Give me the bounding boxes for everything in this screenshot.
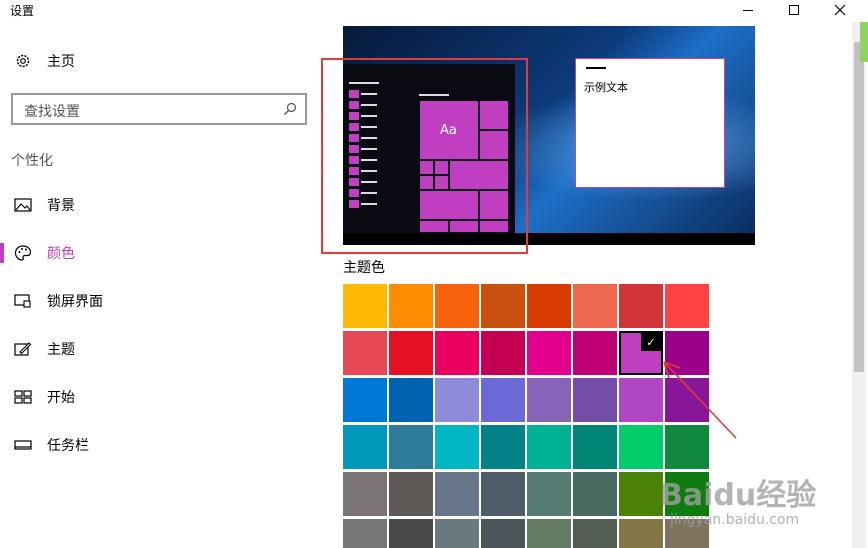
minimize-button[interactable] bbox=[726, 0, 770, 20]
accent-color-swatch[interactable] bbox=[343, 519, 387, 548]
sidebar-item-colors[interactable]: 颜色 bbox=[0, 233, 310, 273]
sidebar-item-label: 背景 bbox=[47, 198, 75, 214]
accent-color-swatch[interactable] bbox=[343, 425, 387, 469]
active-indicator bbox=[0, 243, 4, 263]
accent-color-swatch[interactable] bbox=[435, 284, 479, 328]
accent-color-swatch[interactable] bbox=[619, 472, 663, 516]
accent-color-swatch[interactable] bbox=[343, 284, 387, 328]
accent-color-heading: 主题色 bbox=[343, 260, 385, 276]
accent-color-swatch[interactable] bbox=[665, 284, 709, 328]
annotation-highlight-box bbox=[321, 58, 528, 254]
search-placeholder: 查找设置 bbox=[24, 104, 80, 120]
close-button[interactable] bbox=[818, 0, 862, 20]
close-icon bbox=[834, 4, 846, 16]
accent-color-swatch[interactable] bbox=[389, 472, 433, 516]
sidebar-item-start[interactable]: 开始 bbox=[0, 377, 310, 417]
accent-color-swatch[interactable] bbox=[389, 378, 433, 422]
accent-color-swatch[interactable] bbox=[573, 378, 617, 422]
search-input[interactable]: 查找设置 bbox=[11, 93, 307, 125]
sidebar-item-label: 颜色 bbox=[47, 246, 75, 262]
accent-color-swatch[interactable] bbox=[481, 378, 525, 422]
scrollbar[interactable] bbox=[852, 22, 866, 548]
sidebar-item-label: 主题 bbox=[47, 342, 75, 358]
accent-color-swatch[interactable] bbox=[573, 425, 617, 469]
theme-brush-icon bbox=[14, 340, 32, 358]
sidebar-item-background[interactable]: 背景 bbox=[0, 185, 310, 225]
accent-color-swatch[interactable] bbox=[343, 472, 387, 516]
preview-window-bar bbox=[586, 67, 606, 69]
accent-color-swatch[interactable] bbox=[435, 425, 479, 469]
search-icon bbox=[283, 101, 297, 120]
minimize-icon bbox=[743, 9, 753, 11]
start-grid-icon bbox=[14, 388, 32, 406]
sidebar-item-label: 锁屏界面 bbox=[47, 294, 103, 310]
accent-color-swatch[interactable] bbox=[527, 284, 571, 328]
sidebar-item-lockscreen[interactable]: 锁屏界面 bbox=[0, 281, 310, 321]
nav-home[interactable]: 主页 bbox=[0, 41, 310, 81]
sidebar-item-themes[interactable]: 主题 bbox=[0, 329, 310, 369]
palette-icon bbox=[14, 244, 32, 262]
accent-color-swatch[interactable] bbox=[573, 284, 617, 328]
maximize-button[interactable] bbox=[772, 0, 816, 20]
lockscreen-icon bbox=[14, 292, 32, 310]
accent-color-swatch[interactable] bbox=[389, 284, 433, 328]
watermark: Baidu经验 jingyan.baidu.com bbox=[660, 470, 830, 540]
window-edge-strip bbox=[860, 22, 868, 62]
window-title: 设置 bbox=[10, 4, 35, 18]
accent-color-swatch[interactable] bbox=[573, 519, 617, 548]
accent-color-swatch[interactable] bbox=[343, 331, 387, 375]
taskbar-icon bbox=[14, 436, 32, 454]
accent-color-swatch[interactable] bbox=[435, 472, 479, 516]
accent-color-swatch[interactable] bbox=[619, 284, 663, 328]
sidebar-item-taskbar[interactable]: 任务栏 bbox=[0, 425, 310, 465]
accent-color-swatch[interactable] bbox=[435, 331, 479, 375]
accent-color-swatch[interactable] bbox=[435, 378, 479, 422]
sample-text: 示例文本 bbox=[584, 81, 628, 94]
sidebar: 主页 查找设置 个性化 背景 颜色 锁屏界面 主题 开始 任务栏 bbox=[0, 22, 320, 548]
accent-color-swatch[interactable] bbox=[481, 519, 525, 548]
accent-color-swatch[interactable] bbox=[481, 331, 525, 375]
accent-color-swatch[interactable] bbox=[573, 331, 617, 375]
accent-color-swatch[interactable] bbox=[527, 378, 571, 422]
accent-color-swatch[interactable] bbox=[481, 425, 525, 469]
maximize-icon bbox=[789, 5, 799, 15]
accent-color-swatch[interactable] bbox=[343, 378, 387, 422]
accent-color-swatch[interactable] bbox=[573, 472, 617, 516]
accent-color-swatch[interactable] bbox=[619, 519, 663, 548]
section-heading: 个性化 bbox=[11, 153, 53, 169]
accent-color-swatch[interactable] bbox=[481, 472, 525, 516]
accent-color-swatch[interactable] bbox=[389, 425, 433, 469]
accent-color-swatch[interactable] bbox=[527, 425, 571, 469]
sidebar-item-label: 开始 bbox=[47, 390, 75, 406]
accent-color-swatch[interactable] bbox=[481, 284, 525, 328]
sidebar-item-label: 任务栏 bbox=[47, 438, 89, 454]
watermark-url: jingyan.baidu.com bbox=[670, 512, 800, 528]
watermark-logo: Baidu经验 bbox=[660, 478, 817, 513]
gear-icon bbox=[14, 52, 32, 70]
picture-icon bbox=[14, 196, 32, 214]
accent-color-swatch[interactable] bbox=[389, 519, 433, 548]
title-bar: 设置 bbox=[0, 0, 868, 22]
annotation-arrow bbox=[663, 361, 737, 439]
accent-color-swatch[interactable] bbox=[527, 519, 571, 548]
nav-home-label: 主页 bbox=[47, 54, 75, 70]
accent-color-swatch[interactable] bbox=[435, 519, 479, 548]
preview-sample-window: 示例文本 bbox=[575, 58, 725, 188]
accent-color-swatch[interactable] bbox=[527, 472, 571, 516]
scrollbar-thumb[interactable] bbox=[854, 42, 864, 372]
accent-color-swatch[interactable] bbox=[527, 331, 571, 375]
accent-color-swatch[interactable] bbox=[389, 331, 433, 375]
